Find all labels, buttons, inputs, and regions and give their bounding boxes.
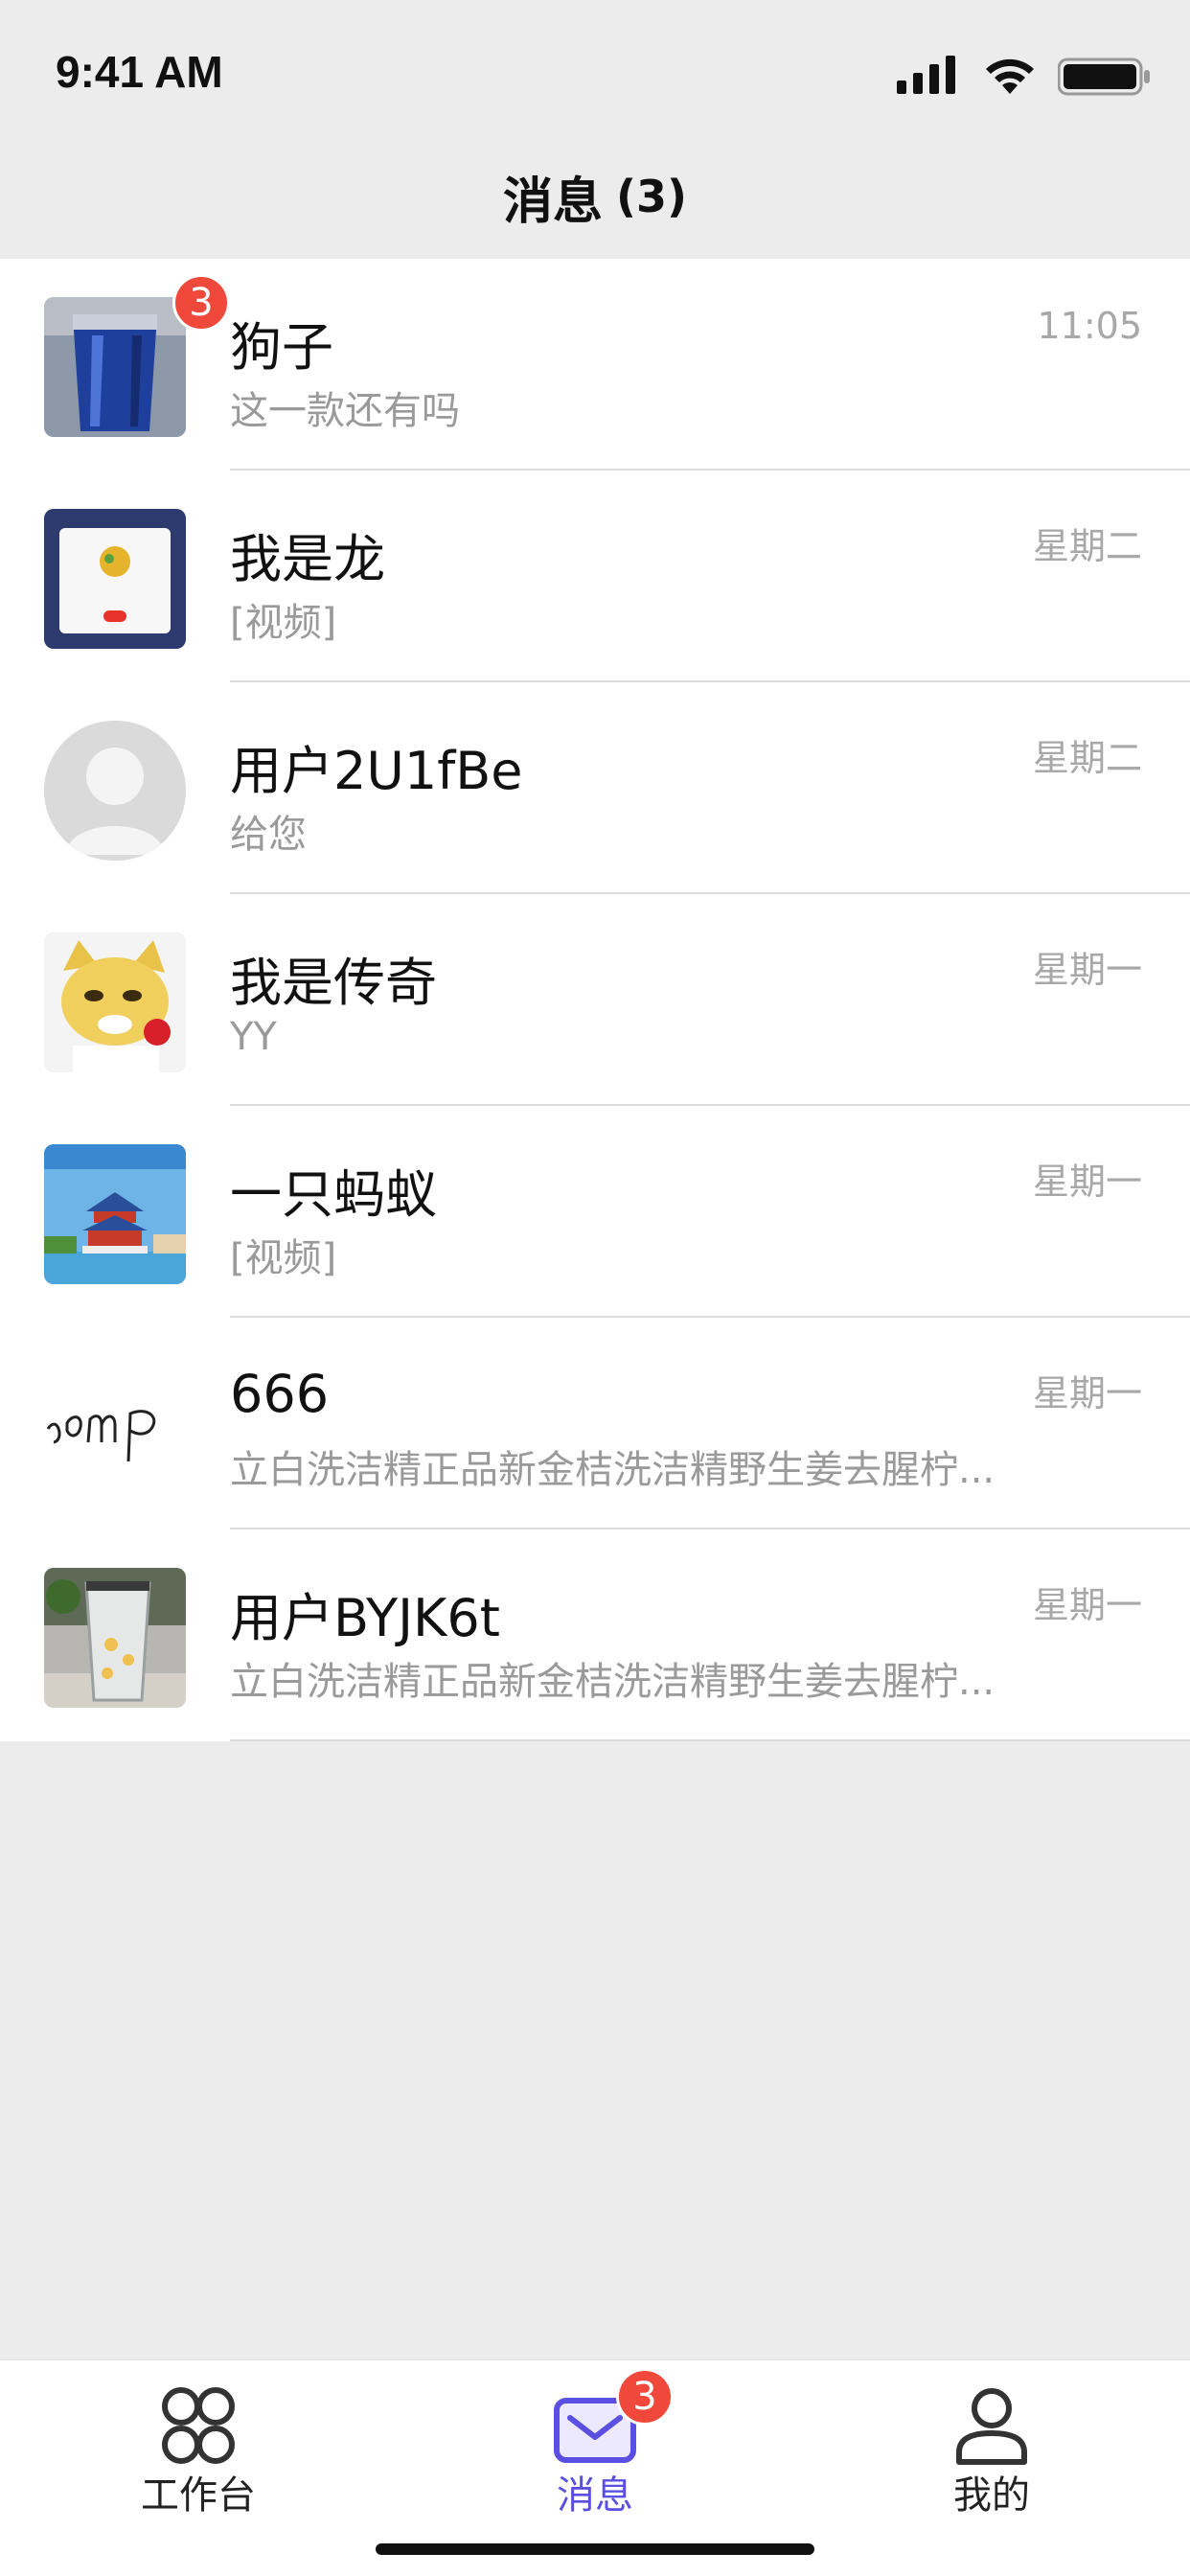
message-time: 星期二 — [1032, 525, 1142, 567]
avatar[interactable] — [44, 509, 186, 649]
conversation-row[interactable]: 用户2U1fBe 给您 星期二 — [0, 682, 1190, 894]
tab-label: 工作台 — [141, 2473, 256, 2518]
conversation-list: 3 狗子 这一款还有吗 11:05 我是龙 [视频] 星期二 用户2U1fBe … — [0, 259, 1190, 1741]
dog-meme-photo — [44, 932, 186, 1072]
user-icon — [956, 2388, 1027, 2465]
message-time: 星期一 — [1032, 1584, 1142, 1626]
tab-messages[interactable]: 3 消息 — [451, 2360, 739, 2518]
tab-workbench[interactable]: 工作台 — [55, 2360, 342, 2518]
app-screenshot-photo — [44, 509, 186, 649]
battery-icon — [1058, 58, 1150, 96]
home-indicator[interactable] — [376, 2543, 814, 2555]
conversation-row[interactable]: 一只蚂蚁 [视频] 星期一 — [0, 1106, 1190, 1318]
unread-count: (3) — [615, 171, 688, 222]
glass-cup-photo — [44, 1568, 186, 1708]
page-title: 消息 — [502, 172, 603, 231]
tab-label: 消息 — [557, 2473, 633, 2518]
handwriting-photo — [44, 1356, 186, 1496]
avatar[interactable] — [44, 721, 186, 861]
status-icons — [847, 52, 1150, 100]
contact-name: 666 — [230, 1364, 330, 1424]
temple-landscape-photo — [44, 1144, 186, 1284]
nav-bar: 消息 (3) — [0, 134, 1190, 259]
avatar[interactable] — [44, 932, 186, 1072]
message-time: 星期一 — [1032, 1161, 1142, 1203]
message-preview: YY — [230, 1015, 277, 1059]
contact-name: 我是传奇 — [230, 953, 437, 1013]
message-preview: [视频] — [230, 601, 337, 645]
contact-name: 狗子 — [230, 317, 333, 378]
message-preview: [视频] — [230, 1236, 337, 1280]
signal-icon — [897, 56, 955, 94]
avatar[interactable] — [44, 1568, 186, 1708]
avatar[interactable] — [44, 297, 186, 437]
wifi-icon — [986, 58, 1034, 94]
tab-mine[interactable]: 我的 — [848, 2360, 1135, 2518]
conversation-row[interactable]: 3 狗子 这一款还有吗 11:05 — [0, 259, 1190, 471]
conversation-row[interactable]: 我是传奇 YY 星期一 — [0, 894, 1190, 1106]
unread-badge: 3 — [172, 274, 230, 332]
message-preview: 立白洗洁精正品新金桔洗洁精野生姜去腥柠... — [230, 1448, 995, 1492]
message-time: 星期二 — [1032, 737, 1142, 779]
grid-icon — [162, 2387, 235, 2464]
conversation-row[interactable]: 我是龙 [视频] 星期二 — [0, 471, 1190, 682]
contact-name: 我是龙 — [230, 529, 385, 589]
contact-name: 用户2U1fBe — [230, 741, 523, 801]
message-preview: 立白洗洁精正品新金桔洗洁精野生姜去腥柠... — [230, 1660, 995, 1704]
avatar[interactable] — [44, 1356, 186, 1496]
message-time: 星期一 — [1032, 949, 1142, 991]
tab-label: 我的 — [953, 2473, 1030, 2518]
message-preview: 给您 — [230, 813, 307, 857]
blue-cup-photo — [44, 297, 186, 437]
contact-name: 一只蚂蚁 — [230, 1164, 437, 1225]
conversation-row[interactable]: 666 立白洗洁精正品新金桔洗洁精野生姜去腥柠... 星期一 — [0, 1318, 1190, 1530]
message-time: 11:05 — [1037, 305, 1142, 347]
conversation-row[interactable]: 用户BYJK6t 立白洗洁精正品新金桔洗洁精野生姜去腥柠... 星期一 — [0, 1530, 1190, 1741]
default-user-icon — [44, 721, 186, 861]
contact-name: 用户BYJK6t — [230, 1588, 500, 1648]
message-preview: 这一款还有吗 — [230, 389, 460, 433]
avatar[interactable] — [44, 1144, 186, 1284]
tab-unread-badge: 3 — [616, 2368, 674, 2426]
divider — [230, 1739, 1190, 1741]
status-bar: 9:41 AM — [0, 0, 1190, 134]
message-time: 星期一 — [1032, 1372, 1142, 1414]
status-time: 9:41 AM — [56, 47, 223, 97]
